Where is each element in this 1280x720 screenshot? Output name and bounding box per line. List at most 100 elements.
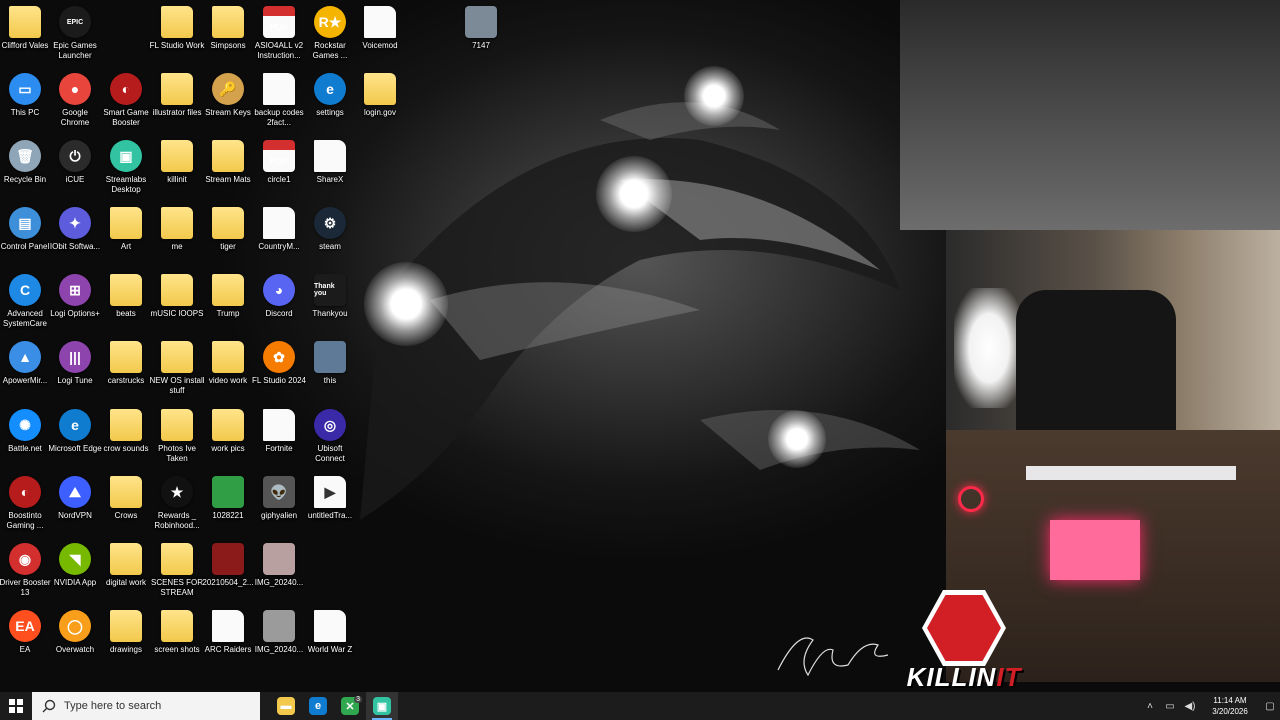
desktop-icon[interactable]: Simpsons xyxy=(203,6,253,51)
taskbar-app-edge[interactable]: e xyxy=(302,692,334,720)
search-input[interactable]: Type here to search xyxy=(64,700,161,712)
desktop-icon[interactable]: ShareX xyxy=(305,140,355,185)
desktop-icon-label: giphyalien xyxy=(260,511,298,520)
desktop-icon[interactable]: Thank you Thankyou xyxy=(305,274,355,319)
image-icon xyxy=(212,543,244,575)
image-icon xyxy=(314,341,346,373)
desktop-icon[interactable]: Fortnite xyxy=(254,409,304,454)
desktop-icon[interactable]: ▶ untitledTra... xyxy=(305,476,355,521)
desktop-icon[interactable]: crow sounds xyxy=(101,409,151,454)
desktop-icon[interactable]: SCENES FOR STREAM xyxy=(151,543,203,598)
app-icon: R★ xyxy=(314,6,346,38)
desktop-icon[interactable]: Stream Mats xyxy=(203,140,253,185)
desktop-icon[interactable]: Trump xyxy=(203,274,253,319)
desktop-icon[interactable]: ◕ Discord xyxy=(254,274,304,319)
desktop-icon[interactable]: e settings xyxy=(305,73,355,118)
folder-icon xyxy=(161,409,193,441)
desktop-icon[interactable]: ◐ Boostinto Gaming ... xyxy=(0,476,50,531)
app-icon: ◎ xyxy=(314,409,346,441)
desktop-icon[interactable]: ⏻ iCUE xyxy=(50,140,100,185)
desktop-icon[interactable]: me xyxy=(152,207,202,252)
desktop-icon[interactable]: illustrator files xyxy=(152,73,202,118)
desktop-icon[interactable]: Clifford Vales xyxy=(0,6,50,51)
desktop-icon[interactable]: video work xyxy=(203,341,253,386)
desktop-icon[interactable]: ▭ This PC xyxy=(0,73,50,118)
volume-icon[interactable]: ◀) xyxy=(1182,698,1198,714)
desktop-icon[interactable]: login.gov xyxy=(355,73,405,118)
desktop-icon[interactable]: R★ Rockstar Games ... xyxy=(305,6,355,61)
desktop-icon[interactable]: EA EA xyxy=(0,610,50,655)
desktop-icon-label: Recycle Bin xyxy=(3,175,47,184)
taskbar-app-xbox[interactable]: ✕ 3 xyxy=(334,692,366,720)
desktop-icon[interactable]: ▤ Control Panel xyxy=(0,207,50,252)
desktop-icon[interactable]: tiger xyxy=(203,207,253,252)
desktop-icon[interactable]: IMG_20240... xyxy=(254,543,304,588)
chevron-up-icon[interactable]: ˄ xyxy=(1142,698,1158,714)
desktop-icon[interactable]: e Microsoft Edge xyxy=(48,409,102,454)
desktop-icon[interactable]: FL Studio Work xyxy=(150,6,204,51)
desktop-icon[interactable]: Voicemod xyxy=(355,6,405,51)
desktop-icon[interactable]: ⛰ NordVPN xyxy=(50,476,100,521)
desktop-icon[interactable]: ● Google Chrome xyxy=(50,73,100,128)
desktop-icon[interactable]: ◐ Smart Game Booster xyxy=(101,73,151,128)
desktop-icon[interactable]: PDF ASIO4ALL v2 Instruction... xyxy=(254,6,304,61)
desktop-icon[interactable]: Crows xyxy=(101,476,151,521)
taskbar-search-box[interactable]: Type here to search xyxy=(32,692,260,720)
desktop-icon[interactable]: ✦ IObit Softwa... xyxy=(50,207,100,252)
desktop-icon[interactable]: this xyxy=(305,341,355,386)
desktop-icon[interactable]: beats xyxy=(101,274,151,319)
doc-icon xyxy=(314,140,346,172)
desktop-icon[interactable]: digital work xyxy=(101,543,151,588)
desktop-icon[interactable]: ▣ Streamlabs Desktop xyxy=(101,140,151,195)
desktop-icon[interactable]: killinit xyxy=(152,140,202,185)
desktop-icon[interactable]: carstrucks xyxy=(101,341,151,386)
desktop-icon[interactable]: ◯ Overwatch xyxy=(50,610,100,655)
desktop-icon[interactable]: ||| Logi Tune xyxy=(50,341,100,386)
desktop-icon-label: This PC xyxy=(10,108,40,117)
desktop-icon[interactable]: CountryM... xyxy=(254,207,304,252)
desktop-icon[interactable]: ⚙ steam xyxy=(305,207,355,252)
desktop-icon[interactable]: C Advanced SystemCare xyxy=(0,274,50,329)
app-icon: ◐ xyxy=(110,73,142,105)
start-button[interactable] xyxy=(0,692,32,720)
badge-count: 3 xyxy=(354,696,362,703)
desktop-icon[interactable]: ✺ Battle.net xyxy=(0,409,50,454)
notification-icon[interactable]: ▢ xyxy=(1262,698,1278,714)
desktop-icon[interactable]: ◎ Ubisoft Connect xyxy=(305,409,355,464)
desktop-icon[interactable]: 👽 giphyalien xyxy=(254,476,304,521)
desktop-icon[interactable]: NEW OS install stuff xyxy=(149,341,205,396)
taskbar-app-file-explorer[interactable]: ▬ xyxy=(270,692,302,720)
desktop-icon-label: Streamlabs Desktop xyxy=(105,175,147,194)
desktop-icon[interactable]: ✿ FL Studio 2024 xyxy=(252,341,306,386)
desktop-icon[interactable]: 1028221 xyxy=(203,476,253,521)
desktop-icon-label: Thankyou xyxy=(312,309,348,318)
desktop-icon[interactable]: Photos Ive Taken xyxy=(152,409,202,464)
desktop-icon[interactable]: 🔑 Stream Keys xyxy=(203,73,253,118)
desktop-icon-label: Google Chrome xyxy=(60,108,90,127)
network-icon[interactable]: ▭ xyxy=(1162,698,1178,714)
desktop-icon[interactable]: ARC Raiders xyxy=(203,610,253,655)
desktop-icon[interactable]: Art xyxy=(101,207,151,252)
desktop-icon[interactable]: ★ Rewards _ Robinhood... xyxy=(152,476,202,531)
desktop-icon[interactable]: ◉ Driver Booster 13 xyxy=(0,543,51,598)
doc-icon xyxy=(263,73,295,105)
folder-icon xyxy=(212,207,244,239)
desktop-icon[interactable]: mUSIC lOOPS xyxy=(151,274,203,319)
taskbar-app-streamlabs[interactable]: ▣ xyxy=(366,692,398,720)
desktop-icon[interactable]: EPIC Epic Games Launcher xyxy=(50,6,100,61)
desktop-icon[interactable]: 🗑 Recycle Bin xyxy=(0,140,50,185)
desktop-icon[interactable]: 7147 xyxy=(456,6,506,51)
desktop-icon[interactable]: ◥ NVIDIA App xyxy=(50,543,100,588)
desktop-icon[interactable]: backup codes 2fact... xyxy=(254,73,304,128)
desktop-icon[interactable]: drawings xyxy=(101,610,151,655)
desktop-icon[interactable]: IMG_20240... xyxy=(254,610,304,655)
desktop-icon[interactable]: ⊞ Logi Options+ xyxy=(50,274,100,319)
desktop-icon[interactable]: 20210504_2... xyxy=(202,543,254,588)
desktop-icon[interactable]: PDF circle1 xyxy=(254,140,304,185)
desktop-icon[interactable]: World War Z xyxy=(305,610,355,655)
folder-icon xyxy=(212,274,244,306)
desktop-icon[interactable]: ▲ ApowerMir... xyxy=(0,341,50,386)
desktop-icon[interactable]: screen shots xyxy=(152,610,202,655)
desktop-icon[interactable]: work pics xyxy=(203,409,253,454)
taskbar-clock[interactable]: 11:14 AM 3/20/2026 xyxy=(1204,695,1256,717)
